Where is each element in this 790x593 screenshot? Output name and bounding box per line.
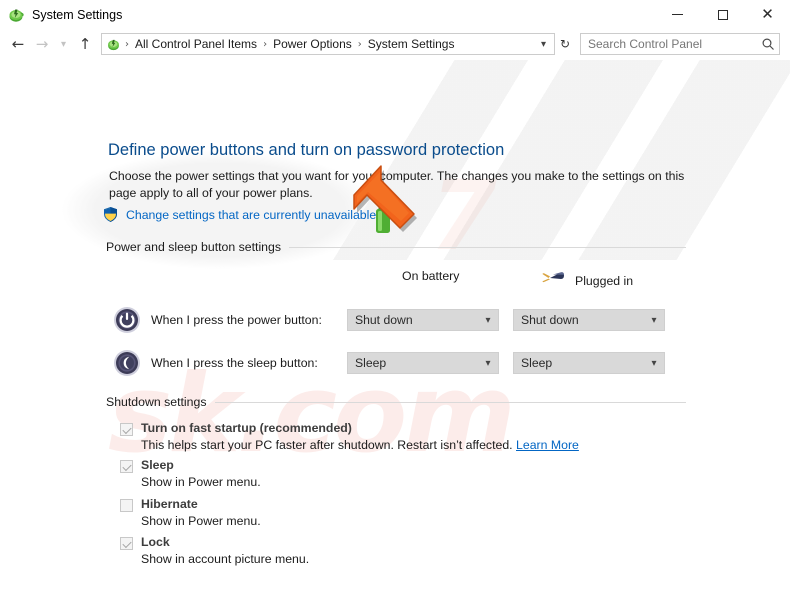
breadcrumb-separator-1: › (263, 38, 268, 50)
back-button[interactable]: ← (6, 32, 30, 56)
power-settings-icon (7, 6, 25, 24)
breadcrumb-item-0[interactable]: All Control Panel Items (133, 36, 259, 52)
close-button[interactable]: ✕ (745, 0, 790, 29)
page-title: Define power buttons and turn on passwor… (108, 141, 505, 159)
sleep-checkbox-row[interactable]: Sleep (120, 458, 680, 473)
breadcrumb[interactable]: › All Control Panel Items › Power Option… (101, 33, 555, 55)
learn-more-link[interactable]: Learn More (516, 438, 579, 452)
fast-startup-checkbox[interactable] (120, 423, 133, 436)
breadcrumb-separator-0: › (125, 38, 129, 50)
power-button-setting-label: When I press the power button: (151, 313, 322, 327)
breadcrumb-power-settings-icon (106, 37, 121, 52)
close-icon: ✕ (761, 5, 774, 23)
search-icon (761, 37, 775, 51)
sleep-item: Sleep Show in Power menu. (120, 458, 680, 489)
power-sleep-section-header: Power and sleep button settings (106, 240, 686, 254)
lock-label: Lock (141, 535, 170, 549)
sleep-button-plugged-in-value: Sleep (521, 356, 553, 370)
sleep-button-plugged-in-dropdown[interactable]: Sleep ▾ (513, 352, 665, 374)
lock-checkbox-row[interactable]: Lock (120, 535, 680, 550)
power-button-on-battery-value: Shut down (355, 313, 413, 327)
chevron-down-icon: ▾ (485, 357, 491, 369)
sleep-label: Sleep (141, 458, 174, 472)
minimize-button[interactable] (655, 0, 700, 29)
hibernate-checkbox[interactable] (120, 499, 133, 512)
change-settings-link[interactable]: Change settings that are currently unava… (102, 206, 376, 223)
section-divider (214, 401, 686, 403)
fast-startup-description: This helps start your PC faster after sh… (141, 438, 680, 452)
power-plug-icon (541, 269, 567, 292)
column-header-plugged-in: Plugged in (541, 269, 633, 292)
section-divider (289, 246, 686, 248)
forward-button: → (30, 32, 54, 56)
shutdown-section-header: Shutdown settings (106, 395, 686, 409)
power-button-setting-row: When I press the power button: Shut down… (112, 305, 672, 335)
maximize-button[interactable] (700, 0, 745, 29)
hibernate-checkbox-row[interactable]: Hibernate (120, 497, 680, 512)
change-settings-link-text: Change settings that are currently unava… (126, 207, 377, 222)
column-header-plugged-in-label: Plugged in (575, 273, 634, 288)
system-settings-window: 7 sk.com System Settings ✕ ← → ▾ ↑ › All… (0, 0, 790, 593)
breadcrumb-item-2[interactable]: System Settings (366, 36, 457, 52)
shield-icon (102, 206, 119, 223)
power-sleep-section-label: Power and sleep button settings (106, 240, 282, 254)
fast-startup-label: Turn on fast startup (recommended) (141, 421, 352, 435)
lock-checkbox[interactable] (120, 537, 133, 550)
shutdown-section-label: Shutdown settings (106, 395, 207, 409)
refresh-icon: ↻ (559, 37, 571, 51)
refresh-button[interactable]: ↻ (555, 37, 575, 51)
power-button-plugged-in-dropdown[interactable]: Shut down ▾ (513, 309, 665, 331)
maximize-icon (717, 9, 728, 20)
sleep-description: Show in Power menu. (141, 475, 261, 489)
column-header-on-battery: On battery (372, 269, 459, 283)
sleep-button-setting-row: When I press the sleep button: Sleep ▾ S… (112, 348, 672, 378)
back-arrow-icon: ← (11, 35, 25, 53)
fast-startup-description-text: This helps start your PC faster after sh… (141, 438, 513, 452)
page-description: Choose the power settings that you want … (109, 169, 685, 200)
up-arrow-icon: ↑ (78, 35, 92, 53)
lock-item: Lock Show in account picture menu. (120, 535, 680, 566)
fast-startup-item: Turn on fast startup (recommended) This … (120, 421, 680, 452)
chevron-down-icon: ▾ (485, 314, 491, 326)
window-controls: ✕ (655, 0, 790, 29)
hibernate-item: Hibernate Show in Power menu. (120, 497, 680, 528)
hibernate-description: Show in Power menu. (141, 514, 261, 528)
search-input[interactable] (588, 37, 761, 51)
hibernate-label: Hibernate (141, 497, 198, 511)
breadcrumb-separator-2: › (357, 38, 362, 50)
battery-icon (372, 205, 394, 235)
forward-arrow-icon: → (35, 35, 49, 53)
up-button[interactable]: ↑ (73, 32, 97, 56)
address-bar: ← → ▾ ↑ › All Control Panel Items › Powe… (0, 29, 790, 59)
chevron-down-icon: ▾ (651, 314, 657, 326)
title-bar: System Settings ✕ (0, 0, 790, 29)
sleep-button-on-battery-value: Sleep (355, 356, 387, 370)
power-button-icon (112, 305, 142, 335)
column-header-on-battery-label: On battery (402, 269, 460, 283)
sleep-button-setting-label: When I press the sleep button: (151, 356, 318, 370)
breadcrumb-item-1[interactable]: Power Options (271, 36, 354, 52)
window-title: System Settings (32, 7, 123, 22)
power-button-on-battery-dropdown[interactable]: Shut down ▾ (347, 309, 499, 331)
recent-locations-button[interactable]: ▾ (54, 32, 73, 56)
fast-startup-checkbox-row[interactable]: Turn on fast startup (recommended) (120, 421, 680, 436)
lock-description: Show in account picture menu. (141, 552, 310, 566)
sleep-button-on-battery-dropdown[interactable]: Sleep ▾ (347, 352, 499, 374)
sleep-moon-icon (112, 348, 142, 378)
chevron-down-icon: ▾ (60, 38, 67, 50)
power-button-plugged-in-value: Shut down (521, 313, 579, 327)
chevron-down-icon: ▾ (651, 357, 657, 369)
sleep-checkbox[interactable] (120, 460, 133, 473)
search-box[interactable] (580, 33, 780, 55)
breadcrumb-dropdown-icon[interactable]: ▾ (535, 39, 552, 50)
minimize-icon (672, 14, 683, 15)
